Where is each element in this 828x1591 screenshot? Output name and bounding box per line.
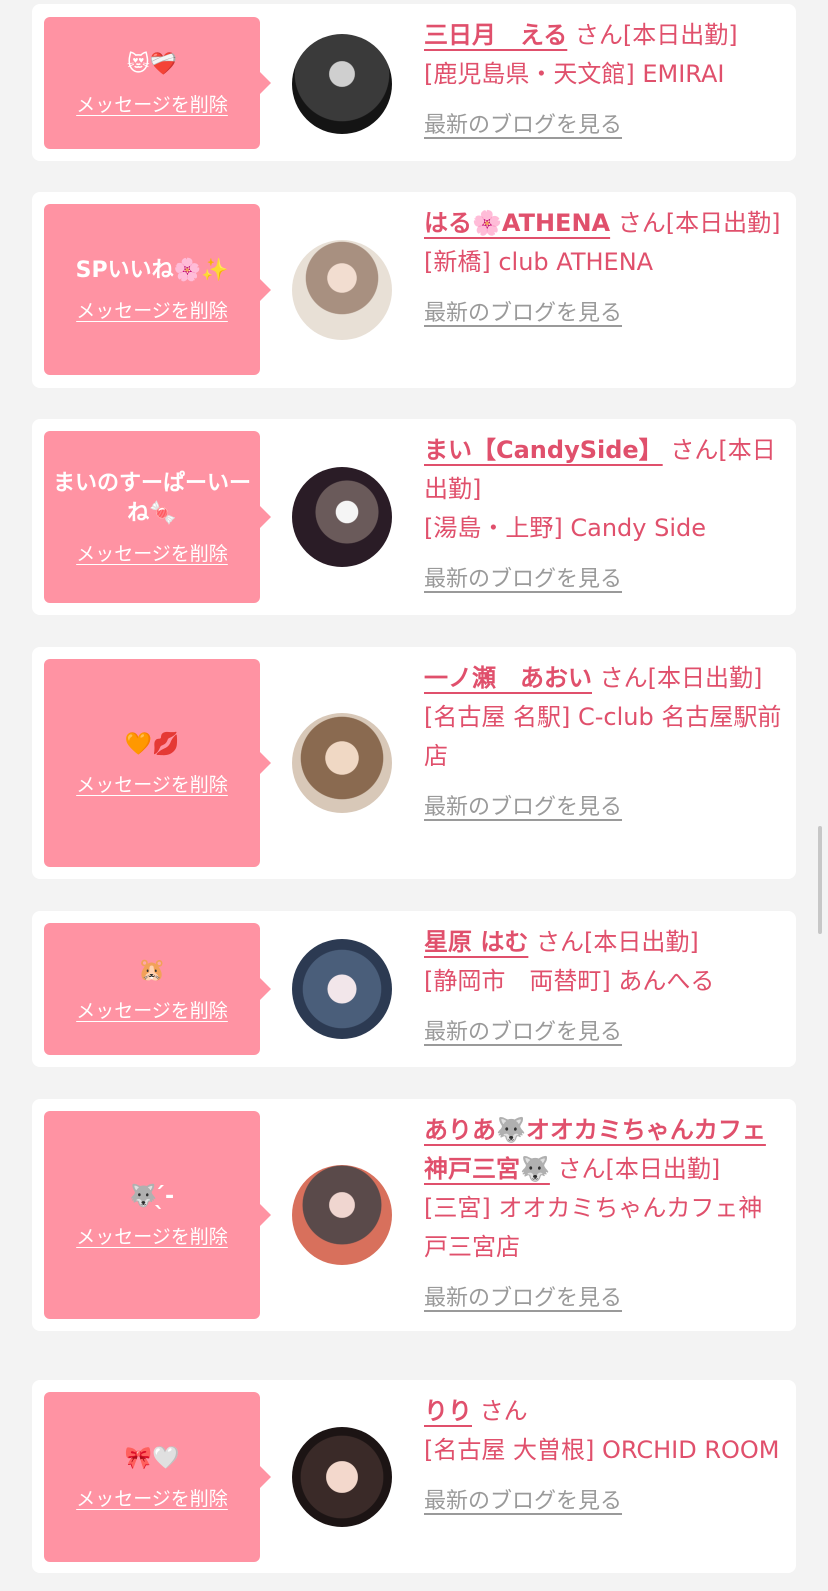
latest-blog-link[interactable]: 最新のブログを見る	[424, 788, 786, 827]
message-bubble: まいのすーぱーいーね🍬 メッセージを削除	[44, 431, 271, 603]
message-text: SPいいね🌸✨	[75, 258, 229, 283]
delete-message-link[interactable]: メッセージを削除	[76, 90, 228, 117]
status-text: さん[本日出勤]	[557, 1155, 721, 1183]
item-info: りり さん [名古屋 大曽根] ORCHID ROOM 最新のブログを見る	[424, 1392, 786, 1521]
shop-text: [名古屋 大曽根] ORCHID ROOM	[424, 1436, 780, 1464]
message-bubble: 🐺 ̖́- メッセージを削除	[44, 1111, 271, 1319]
message-bubble: 😻❤️‍🩹 メッセージを削除	[44, 17, 271, 149]
message-text: 😻❤️‍🩹	[126, 51, 178, 77]
message-text: 🐹	[138, 957, 166, 983]
avatar[interactable]	[292, 713, 392, 813]
status-text: さん	[479, 1397, 528, 1425]
shop-text: [名古屋 名駅] C-club 名古屋駅前店	[424, 703, 782, 770]
avatar[interactable]	[292, 34, 392, 134]
shop-text: [静岡市 両替町] あんへる	[424, 967, 715, 995]
avatar[interactable]	[292, 939, 392, 1039]
message-bubble: 🐹 メッセージを削除	[44, 923, 271, 1055]
latest-blog-link[interactable]: 最新のブログを見る	[424, 106, 786, 145]
list-item: 😻❤️‍🩹 メッセージを削除 三日月 える さん[本日出勤] [鹿児島県・天文館…	[32, 4, 796, 161]
avatar[interactable]	[292, 240, 392, 340]
girl-name-link[interactable]: はる🌸ATHENA	[424, 209, 610, 237]
list-item: 🎀🤍 メッセージを削除 りり さん [名古屋 大曽根] ORCHID ROOM …	[32, 1380, 796, 1573]
delete-message-link[interactable]: メッセージを削除	[76, 1222, 228, 1249]
status-text: さん[本日出勤]	[536, 928, 699, 956]
message-text: 🐺 ̖́-	[129, 1183, 175, 1209]
message-bubble: SPいいね🌸✨ メッセージを削除	[44, 204, 271, 375]
shop-text: [新橋] club ATHENA	[424, 248, 654, 276]
avatar[interactable]	[292, 1165, 392, 1265]
delete-message-link[interactable]: メッセージを削除	[76, 770, 228, 797]
item-info: まい【CandySide】 さん[本日出勤] [湯島・上野] Candy Sid…	[424, 431, 786, 599]
item-info: 三日月 える さん[本日出勤] [鹿児島県・天文館] EMIRAI 最新のブログ…	[424, 16, 786, 145]
list-item: 🧡💋 メッセージを削除 一ノ瀬 あおい さん[本日出勤] [名古屋 名駅] C-…	[32, 647, 796, 879]
delete-message-link[interactable]: メッセージを削除	[76, 1484, 228, 1511]
girl-name-link[interactable]: 一ノ瀬 あおい	[424, 664, 592, 692]
girl-name-link[interactable]: りり	[424, 1397, 472, 1425]
message-text: 🎀🤍	[124, 1445, 180, 1471]
latest-blog-link[interactable]: 最新のブログを見る	[424, 1013, 786, 1052]
latest-blog-link[interactable]: 最新のブログを見る	[424, 294, 786, 333]
message-text: まいのすーぱーいーね🍬	[52, 470, 251, 526]
status-text: さん[本日出勤]	[574, 21, 738, 49]
list-item: 🐹 メッセージを削除 星原 はむ さん[本日出勤] [静岡市 両替町] あんへる…	[32, 911, 796, 1067]
delete-message-link[interactable]: メッセージを削除	[76, 296, 228, 323]
latest-blog-link[interactable]: 最新のブログを見る	[424, 1279, 786, 1318]
shop-text: [湯島・上野] Candy Side	[424, 514, 706, 542]
list-item: SPいいね🌸✨ メッセージを削除 はる🌸ATHENA さん[本日出勤] [新橋]…	[32, 192, 796, 388]
item-info: はる🌸ATHENA さん[本日出勤] [新橋] club ATHENA 最新のブ…	[424, 204, 786, 333]
item-info: 一ノ瀬 あおい さん[本日出勤] [名古屋 名駅] C-club 名古屋駅前店 …	[424, 659, 786, 827]
girl-name-link[interactable]: まい【CandySide】	[424, 436, 663, 464]
girl-name-link[interactable]: 星原 はむ	[424, 928, 528, 956]
scrollbar[interactable]	[818, 826, 822, 934]
avatar[interactable]	[292, 1427, 392, 1527]
shop-text: [三宮] オオカミちゃんカフェ神戸三宮店	[424, 1194, 763, 1261]
latest-blog-link[interactable]: 最新のブログを見る	[424, 1482, 786, 1521]
message-bubble: 🧡💋 メッセージを削除	[44, 659, 271, 867]
delete-message-link[interactable]: メッセージを削除	[76, 996, 228, 1023]
status-text: さん[本日出勤]	[599, 664, 763, 692]
avatar[interactable]	[292, 467, 392, 567]
message-bubble: 🎀🤍 メッセージを削除	[44, 1392, 271, 1562]
girl-name-link[interactable]: 三日月 える	[424, 21, 567, 49]
list-item: 🐺 ̖́- メッセージを削除 ありあ🐺オオカミちゃんカフェ神戸三宮🐺 さん[本日…	[32, 1099, 796, 1331]
delete-message-link[interactable]: メッセージを削除	[76, 539, 228, 566]
status-text: さん[本日出勤]	[617, 209, 781, 237]
shop-text: [鹿児島県・天文館] EMIRAI	[424, 60, 725, 88]
item-info: ありあ🐺オオカミちゃんカフェ神戸三宮🐺 さん[本日出勤] [三宮] オオカミちゃ…	[424, 1111, 786, 1318]
item-info: 星原 はむ さん[本日出勤] [静岡市 両替町] あんへる 最新のブログを見る	[424, 923, 786, 1052]
latest-blog-link[interactable]: 最新のブログを見る	[424, 560, 786, 599]
message-text: 🧡💋	[124, 731, 180, 757]
list-item: まいのすーぱーいーね🍬 メッセージを削除 まい【CandySide】 さん[本日…	[32, 419, 796, 615]
